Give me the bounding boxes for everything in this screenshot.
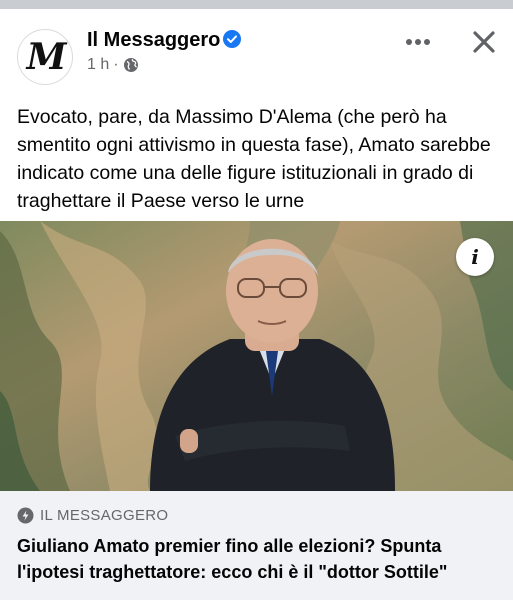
meta-separator: · — [113, 56, 119, 73]
top-divider — [0, 0, 513, 9]
more-dots-icon — [406, 39, 430, 45]
close-button[interactable] — [465, 25, 503, 59]
post-photo[interactable]: i — [0, 221, 513, 491]
link-domain-text: IL MESSAGGERO — [40, 507, 169, 524]
post-meta: 1 h · — [87, 56, 139, 74]
link-icon — [17, 507, 34, 524]
more-options-button[interactable] — [398, 27, 438, 57]
link-domain: IL MESSAGGERO — [17, 507, 168, 524]
avatar-monogram: M — [26, 36, 67, 78]
info-icon: i — [471, 245, 479, 269]
post-text: Evocato, pare, da Massimo D'Alema (che p… — [17, 106, 491, 212]
close-icon — [473, 31, 495, 53]
verified-badge-icon — [223, 30, 241, 48]
post-header: M Il Messaggero 1 h · — [0, 9, 513, 94]
post-timestamp[interactable]: 1 h — [87, 56, 109, 74]
link-preview[interactable]: IL MESSAGGERO Giuliano Amato premier fin… — [0, 491, 513, 600]
link-title[interactable]: Giuliano Amato premier fino alle elezion… — [17, 533, 497, 585]
page-name[interactable]: Il Messaggero — [87, 29, 220, 52]
photo-illustration — [0, 221, 513, 491]
page-avatar[interactable]: M — [17, 29, 73, 85]
globe-icon[interactable] — [123, 57, 139, 73]
info-button[interactable]: i — [456, 238, 494, 276]
